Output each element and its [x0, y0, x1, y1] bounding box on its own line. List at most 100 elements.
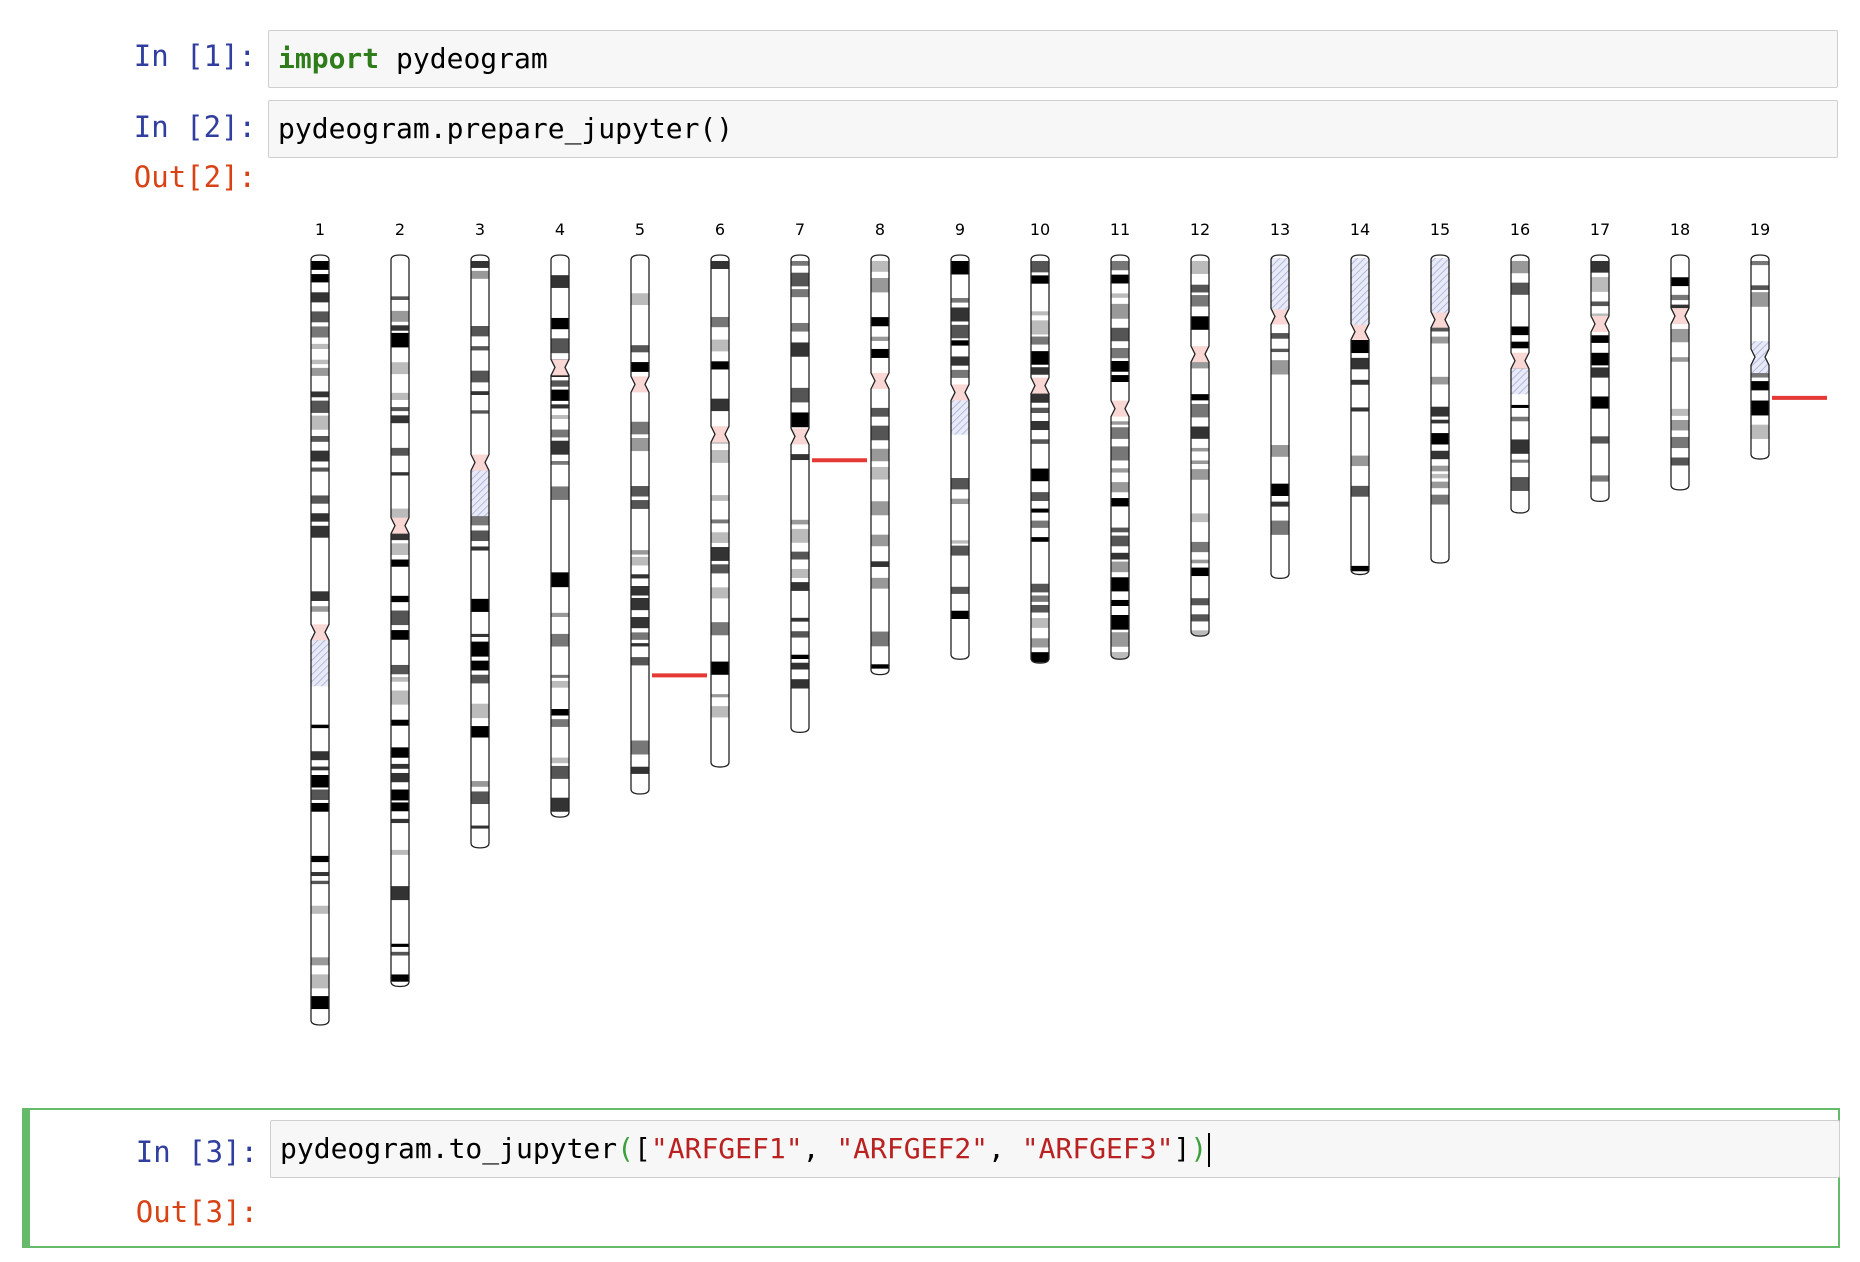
band: [471, 598, 489, 612]
band: [1191, 394, 1209, 401]
band: [1031, 652, 1049, 663]
band: [1511, 477, 1529, 491]
chromosome-2: 2: [390, 220, 410, 988]
band: [311, 467, 329, 472]
band: [551, 338, 569, 354]
centromere: [391, 517, 409, 534]
band: [791, 342, 809, 357]
band: [311, 775, 329, 788]
chromosome-bands: [1591, 255, 1609, 502]
input-prompt: In [2]:: [133, 110, 256, 144]
code-token: [: [634, 1132, 651, 1165]
centromere: [1511, 352, 1529, 369]
band: [1111, 427, 1129, 439]
band: [311, 802, 329, 812]
code-cell-3[interactable]: In [3]: pydeogram.to_jupyter(["ARFGEF1",…: [22, 1108, 1840, 1248]
band: [551, 317, 569, 330]
chromosome-label: 19: [1750, 220, 1770, 239]
band: [1031, 618, 1049, 628]
band: [711, 519, 729, 524]
band: [311, 400, 329, 413]
band: [1351, 407, 1369, 412]
band: [391, 677, 409, 682]
centromere: [1271, 308, 1289, 325]
code-cell-1[interactable]: In [1]: import pydeogram: [22, 30, 1840, 90]
band: [1111, 274, 1129, 284]
band: [1751, 261, 1769, 266]
band: [311, 905, 329, 914]
band: [311, 855, 329, 863]
band: [1111, 421, 1129, 425]
text-cursor: [1208, 1133, 1211, 1167]
code-input[interactable]: pydeogram.prepare_jupyter(): [268, 100, 1838, 158]
chromosome-bands: [1191, 255, 1209, 637]
chromosome-label: 18: [1670, 220, 1690, 239]
band: [1431, 473, 1449, 479]
band: [951, 540, 969, 544]
chromosome-bands: [631, 255, 649, 794]
band: [551, 486, 569, 500]
band: [791, 631, 809, 638]
band: [711, 587, 729, 599]
band: [1431, 450, 1449, 460]
input-prompt: In [3]:: [135, 1135, 258, 1169]
band: [1271, 520, 1289, 535]
chromosome-label: 13: [1270, 220, 1290, 239]
band: [1511, 282, 1529, 295]
band: [311, 606, 329, 612]
band: [711, 450, 729, 463]
chromosome-8: 8: [870, 220, 890, 676]
chromosome-label: 1: [315, 220, 325, 239]
chromosome-bands: [1351, 255, 1369, 575]
chromosome-body: [471, 255, 489, 848]
band: [951, 340, 969, 346]
band: [391, 332, 409, 348]
band: [551, 680, 569, 688]
chromosome-11: 11: [1110, 220, 1130, 660]
chromosome-body: [1191, 255, 1209, 637]
chromosome-label: 15: [1430, 220, 1450, 239]
band: [1031, 605, 1049, 613]
chromosome-bands: [1751, 255, 1769, 460]
chromosome-15: 15: [1430, 220, 1450, 564]
band: [391, 415, 409, 424]
band: [391, 849, 409, 855]
band: [1751, 424, 1769, 439]
code-input[interactable]: pydeogram.to_jupyter(["ARFGEF1", "ARFGEF…: [270, 1120, 1840, 1178]
band: [951, 478, 969, 490]
band: [1591, 301, 1609, 307]
heterochromatin: [1271, 258, 1289, 310]
band: [471, 370, 489, 383]
band: [551, 440, 569, 455]
code-input[interactable]: import pydeogram: [268, 30, 1838, 88]
chromosome-bands: [1511, 255, 1529, 513]
band: [471, 391, 489, 396]
band: [631, 643, 649, 647]
band: [631, 574, 649, 579]
band: [951, 261, 969, 275]
band: [471, 674, 489, 684]
chromosome-10: 10: [1030, 220, 1050, 664]
band: [951, 324, 969, 339]
band: [311, 957, 329, 966]
band: [391, 543, 409, 556]
chromosome-label: 2: [395, 220, 405, 239]
band: [471, 410, 489, 414]
band: [1111, 261, 1129, 271]
code-text: pydeogram.prepare_jupyter(): [278, 111, 733, 147]
band: [711, 661, 729, 675]
heterochromatin: [471, 470, 489, 517]
band: [471, 781, 489, 787]
centromere: [711, 426, 729, 443]
band: [391, 974, 409, 982]
chromosome-6: 6: [710, 220, 730, 768]
chromosome-bands: [1031, 255, 1049, 664]
band: [791, 412, 809, 428]
band: [1031, 537, 1049, 542]
band: [791, 617, 809, 622]
band: [391, 559, 409, 567]
band: [791, 654, 809, 660]
band: [1271, 348, 1289, 353]
centromere: [1031, 377, 1049, 394]
chromosome-body: [1031, 255, 1049, 664]
